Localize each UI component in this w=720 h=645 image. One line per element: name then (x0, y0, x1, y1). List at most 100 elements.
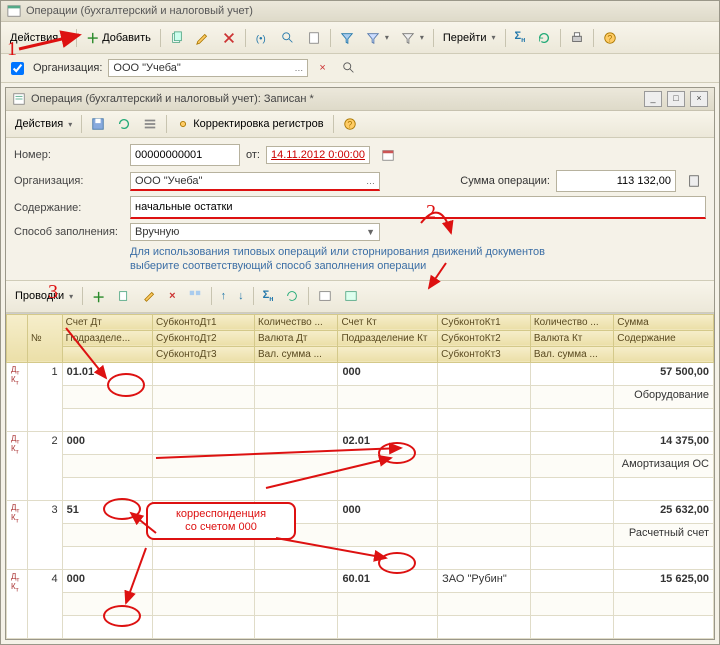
add-button[interactable]: ＋ Добавить (81, 25, 156, 50)
org-search-button[interactable] (337, 58, 361, 78)
minimize-button[interactable]: _ (644, 91, 662, 107)
tool-btn-1[interactable]: (•) (250, 28, 274, 48)
help-button[interactable]: ? (598, 28, 622, 48)
row-add-button[interactable]: ＋ (87, 284, 110, 309)
table-row[interactable]: Амортизация ОС (7, 454, 714, 477)
inner-window: Операция (бухгалтерский и налоговый учет… (5, 87, 715, 640)
pencil-icon (143, 289, 157, 303)
calendar-button[interactable] (376, 145, 400, 165)
col-soder[interactable]: Содержание (614, 330, 714, 346)
refresh-button[interactable] (532, 28, 556, 48)
filter-menu-1[interactable] (361, 28, 394, 48)
refresh-icon (537, 31, 551, 45)
filter-menu-2[interactable] (396, 28, 429, 48)
sum-label: Сумма операции: (460, 175, 550, 187)
grid-sum-button[interactable]: Σн (258, 286, 279, 306)
svg-text:?: ? (347, 120, 352, 130)
table-row[interactable] (7, 477, 714, 500)
table-row[interactable]: ДтКт 1 01.01 000 57 500,00 (7, 362, 714, 385)
calc-button[interactable] (682, 171, 706, 191)
grid-refresh-button[interactable] (280, 286, 304, 306)
col-sum[interactable]: Сумма (614, 314, 714, 330)
col-podr-kt[interactable]: Подразделение Кт (338, 330, 438, 346)
tool-btn-3[interactable] (302, 28, 326, 48)
sigma-icon: Σн (515, 30, 526, 44)
table-row[interactable]: ДтКт 4 000 60.01ЗАО "Рубин" 15 625,00 (7, 569, 714, 592)
korrekt-button[interactable]: Корректировка регистров (171, 114, 328, 134)
form-area: Номер: от: 14.11.2012 0:00:00 Организаци… (6, 138, 714, 280)
row-delete-button[interactable]: × (164, 287, 180, 305)
table-row[interactable] (7, 592, 714, 615)
table-row[interactable]: Оборудование (7, 385, 714, 408)
col-subkt1[interactable]: СубконтоКт1 (438, 314, 531, 330)
tool-btn-4[interactable] (335, 28, 359, 48)
col-subkt2[interactable]: СубконтоКт2 (438, 330, 531, 346)
copy-icon (170, 31, 184, 45)
col-valsumkt[interactable]: Вал. сумма ... (530, 346, 613, 362)
num-field[interactable] (130, 144, 240, 166)
move-up-button[interactable]: ↑ (216, 287, 232, 305)
org-filter-label: Организация: (33, 62, 102, 74)
col-subdt1[interactable]: СубконтоДт1 (153, 314, 255, 330)
col-qtydt[interactable]: Количество ... (255, 314, 338, 330)
gear-icon (176, 117, 190, 131)
print-button[interactable] (565, 28, 589, 48)
fill-combo[interactable]: Вручную▼ (130, 223, 380, 241)
search-icon (342, 61, 356, 75)
col-num[interactable]: № (27, 314, 62, 362)
table-row[interactable]: ДтКт 2 000 02.01 14 375,00 (7, 431, 714, 454)
inner-tool-1[interactable] (138, 114, 162, 134)
goto-menu[interactable]: Перейти (438, 29, 501, 47)
fill-hint-1: Для использования типовых операций или с… (130, 245, 706, 259)
close-button[interactable]: × (690, 91, 708, 107)
actions-menu[interactable]: Действия (5, 29, 72, 47)
col-kt[interactable]: Счет Кт (338, 314, 438, 330)
sum-field[interactable] (556, 170, 676, 192)
col-subdt3[interactable]: СубконтоДт3 (153, 346, 255, 362)
col-dt[interactable]: Счет Дт (62, 314, 152, 330)
bracket-icon: (•) (255, 31, 269, 45)
edit-button[interactable] (191, 28, 215, 48)
tool-btn-2[interactable] (276, 28, 300, 48)
date-field[interactable]: 14.11.2012 0:00:00 (266, 146, 370, 164)
org-filter-checkbox[interactable] (11, 62, 24, 75)
col-valsumdt[interactable]: Вал. сумма ... (255, 346, 338, 362)
row-edit-button[interactable] (138, 286, 162, 306)
filter-icon (340, 31, 354, 45)
arrow-up-icon: ↑ (221, 290, 227, 302)
row-copy-button[interactable] (112, 286, 136, 306)
inner-refresh-button[interactable] (112, 114, 136, 134)
calculator-icon (687, 174, 701, 188)
col-valkt[interactable]: Валюта Кт (530, 330, 613, 346)
table-row[interactable]: Расчетный счет (7, 523, 714, 546)
table-row[interactable] (7, 546, 714, 569)
inner-help-button[interactable]: ? (338, 114, 362, 134)
svg-text:?: ? (608, 33, 613, 43)
sum-button[interactable]: Σн (510, 27, 531, 47)
provodki-menu[interactable]: Проводки (10, 287, 78, 305)
save-button[interactable] (86, 114, 110, 134)
col-subkt3[interactable]: СубконтоКт3 (438, 346, 531, 362)
plus-icon: ＋ (86, 28, 99, 47)
col-valdt[interactable]: Валюта Дт (255, 330, 338, 346)
move-down-button[interactable]: ↓ (233, 287, 249, 305)
copy-button[interactable] (165, 28, 189, 48)
inner-actions-menu[interactable]: Действия (10, 115, 77, 133)
col-podr-dt[interactable]: Подразделе... (62, 330, 152, 346)
grid-tool-2[interactable] (313, 286, 337, 306)
table-row[interactable]: ДтКт 3 51КАРАЧАЕВО-ЧЕ... 000 25 632,00 (7, 500, 714, 523)
org-clear-button[interactable]: × (314, 59, 330, 77)
table-row[interactable] (7, 408, 714, 431)
col-qtykt[interactable]: Количество ... (530, 314, 613, 330)
delete-button[interactable] (217, 28, 241, 48)
save-icon (91, 117, 105, 131)
table-row[interactable] (7, 615, 714, 638)
row-tool-1[interactable] (183, 286, 207, 306)
content-field[interactable] (130, 196, 706, 219)
org-filter-combo[interactable]: ООО "Учеба" … (108, 59, 308, 77)
col-subdt2[interactable]: СубконтоДт2 (153, 330, 255, 346)
maximize-button[interactable]: □ (667, 91, 685, 107)
org-combo[interactable]: ООО "Учеба"… (130, 172, 380, 191)
grid-tool-3[interactable] (339, 286, 363, 306)
outer-title: Операции (бухгалтерский и налоговый учет… (26, 5, 253, 17)
